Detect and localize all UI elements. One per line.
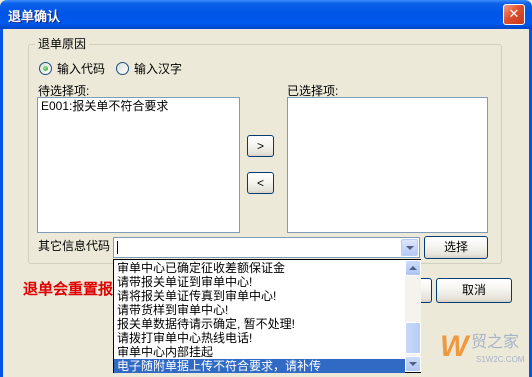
remove-selection-button[interactable]: < xyxy=(247,172,274,194)
scrollbar-thumb[interactable] xyxy=(405,322,421,354)
chevron-down-icon xyxy=(409,362,417,366)
other-code-label: 其它信息代码 xyxy=(38,239,111,253)
dropdown-options: 审单中心已确定征收差额保证金 请带报关单证到审单中心! 请将报关单证传真到审单中… xyxy=(114,261,405,373)
window-border-left xyxy=(0,29,3,377)
radio-input-chinese-label: 输入汉字 xyxy=(134,61,183,76)
dropdown-option[interactable]: 请拨打审单中心热线电话! xyxy=(114,331,405,345)
scroll-down-button[interactable] xyxy=(405,356,421,372)
pending-listbox[interactable]: E001:报关单不符合要求 xyxy=(37,97,240,233)
combo-dropdown-button[interactable] xyxy=(401,239,418,256)
radio-input-chinese[interactable]: 输入汉字 xyxy=(116,61,183,76)
choose-button[interactable]: 选择 xyxy=(424,236,488,259)
dropdown-scrollbar[interactable] xyxy=(405,260,421,372)
dropdown-option[interactable]: 审单中心内部挂起 xyxy=(114,345,405,359)
dropdown-option[interactable]: 报关单数据待请示确定, 暂不处理! xyxy=(114,317,405,331)
watermark-brand: 贸之家 xyxy=(471,334,520,351)
chevron-down-icon xyxy=(406,246,414,250)
radio-input-code-label: 输入代码 xyxy=(57,61,106,76)
radio-input-code-circle[interactable] xyxy=(39,61,52,75)
text-caret xyxy=(117,241,118,254)
chevron-up-icon xyxy=(409,266,417,270)
selected-list-label: 已选择项: xyxy=(287,84,339,98)
window-title: 退单确认 xyxy=(8,9,61,24)
watermark-site: S1W2C.COM xyxy=(476,355,525,364)
add-selection-button[interactable]: > xyxy=(247,135,274,157)
dropdown-option[interactable]: 请将报关单证传真到审单中心! xyxy=(114,289,405,303)
other-code-combobox[interactable] xyxy=(113,237,420,258)
pending-list-label: 待选择项: xyxy=(38,84,90,98)
radio-input-chinese-circle[interactable] xyxy=(116,61,129,75)
radio-input-code[interactable]: 输入代码 xyxy=(39,61,106,76)
reason-group-legend: 退单原因 xyxy=(35,37,90,51)
close-button[interactable]: ✕ xyxy=(503,4,525,25)
title-bar[interactable]: 退单确认 ✕ xyxy=(0,0,532,29)
other-code-dropdown-list[interactable]: 审单中心已确定征收差额保证金 请带报关单证到审单中心! 请将报关单证传真到审单中… xyxy=(113,259,421,373)
list-item[interactable]: E001:报关单不符合要求 xyxy=(38,98,239,113)
warning-text: 退单会重置报 xyxy=(23,281,114,298)
dropdown-option[interactable]: 请带货样到审单中心! xyxy=(114,303,405,317)
watermark: W 贸之家 S1W2C.COM xyxy=(440,331,530,369)
dropdown-option[interactable]: 请带报关单证到审单中心! xyxy=(114,275,405,289)
close-icon: ✕ xyxy=(508,7,520,22)
watermark-logo-icon: W xyxy=(440,330,469,363)
dropdown-option[interactable]: 电子随附单据上传不符合要求，请补传 xyxy=(114,359,405,373)
dropdown-option[interactable]: 审单中心已确定征收差额保证金 xyxy=(114,261,405,275)
cancel-button[interactable]: 取消 xyxy=(436,278,512,303)
scroll-up-button[interactable] xyxy=(405,260,421,276)
selected-listbox[interactable] xyxy=(287,97,488,233)
